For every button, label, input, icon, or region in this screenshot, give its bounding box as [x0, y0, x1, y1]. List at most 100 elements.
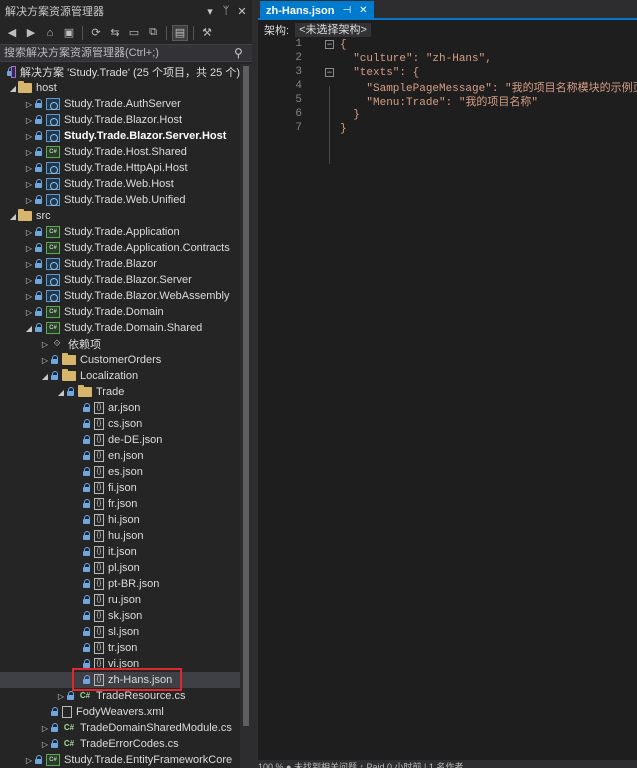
collapse-all-icon[interactable]: ▭ [126, 25, 142, 41]
collapse-arrow-icon[interactable]: ◢ [40, 370, 50, 382]
expand-arrow-icon[interactable]: ▷ [24, 226, 34, 238]
collapse-arrow-icon[interactable]: ◢ [56, 386, 66, 398]
home-icon[interactable]: ⌂ [42, 25, 58, 41]
tree-item[interactable]: {} cs.json [0, 416, 240, 432]
tree-item[interactable]: {} zh-Hans.json [0, 672, 240, 688]
json-file-icon: {} [94, 450, 104, 462]
fold-toggle-icon[interactable]: − [325, 68, 334, 77]
tree-item[interactable]: {} pl.json [0, 560, 240, 576]
expand-arrow-icon[interactable]: ▷ [24, 306, 34, 318]
tree-item[interactable]: ▷ C# Study.Trade.Application.Contracts [0, 240, 240, 256]
collapse-arrow-icon[interactable]: ◢ [8, 210, 18, 222]
preview-selected-icon[interactable]: ▤ [172, 24, 188, 41]
close-icon[interactable]: ✕ [236, 5, 248, 18]
expand-arrow-icon[interactable]: ▷ [24, 274, 34, 286]
tree-item[interactable]: ◢ host [0, 80, 240, 96]
tree-item[interactable]: ▷ Study.Trade.Blazor.Host [0, 112, 240, 128]
tree-item[interactable]: ◢ src [0, 208, 240, 224]
forward-icon[interactable]: ▶ [23, 25, 39, 41]
expand-arrow-icon[interactable]: ▷ [24, 114, 34, 126]
tab-pin-icon[interactable]: ⊣ [342, 5, 351, 16]
expand-arrow-icon[interactable]: ▷ [40, 338, 50, 350]
tree-item[interactable]: {} ar.json [0, 400, 240, 416]
expand-arrow-icon[interactable]: ▷ [24, 290, 34, 302]
tree-item[interactable]: {} ru.json [0, 592, 240, 608]
tree-item[interactable]: {} en.json [0, 448, 240, 464]
tree-item[interactable]: ▷ C# Study.Trade.Domain [0, 304, 240, 320]
expand-arrow-icon[interactable]: ▷ [24, 194, 34, 206]
expand-arrow-icon[interactable]: ▷ [24, 754, 34, 766]
tree-item[interactable]: ▷ C# TradeResource.cs [0, 688, 240, 704]
tree-item[interactable]: ▷ Study.Trade.Blazor.WebAssembly [0, 288, 240, 304]
tree-item[interactable]: ▷ CustomerOrders [0, 352, 240, 368]
expand-arrow-icon[interactable]: ▷ [24, 130, 34, 142]
tree-item[interactable]: ▷ Study.Trade.HttpApi.Host [0, 160, 240, 176]
tree-item[interactable]: ◢ Trade [0, 384, 240, 400]
expand-arrow-icon[interactable]: ▷ [56, 690, 66, 702]
code-area[interactable]: 1−{2 "culture": "zh-Hans", 3− "texts": {4… [258, 38, 637, 760]
tree-item[interactable]: {} it.json [0, 544, 240, 560]
tree-item-label: zh-Hans.json [108, 674, 173, 686]
json-file-icon: {} [94, 514, 104, 526]
expand-arrow-icon[interactable]: ▷ [24, 242, 34, 254]
tab-zh-hans-json[interactable]: zh-Hans.json ⊣ ✕ [260, 1, 374, 20]
properties-wrench-icon[interactable]: ⚒ [199, 25, 215, 41]
sync-icon[interactable]: ⇆ [107, 25, 123, 41]
tree-item[interactable]: {} hi.json [0, 512, 240, 528]
tree-item-label: Study.Trade.Blazor [64, 258, 157, 270]
tree-item[interactable]: {} vi.json [0, 656, 240, 672]
source-control-lock-icon [34, 99, 43, 109]
tree-item[interactable]: ▷ Study.Trade.Blazor.Server [0, 272, 240, 288]
tree-item[interactable]: ▷ ⟐ 依赖项 [0, 336, 240, 352]
source-control-lock-icon [82, 419, 91, 429]
expand-arrow-icon[interactable]: ▷ [24, 258, 34, 270]
expand-arrow-icon[interactable]: ▷ [24, 98, 34, 110]
tree-item[interactable]: {} fi.json [0, 480, 240, 496]
tree-item[interactable]: {} sk.json [0, 608, 240, 624]
expand-arrow-icon[interactable]: ▷ [40, 738, 50, 750]
collapse-arrow-icon[interactable]: ◢ [24, 322, 34, 334]
tree-item[interactable]: ▷ Study.Trade.AuthServer [0, 96, 240, 112]
tree-item[interactable]: ◢ Localization [0, 368, 240, 384]
collapse-arrow-icon[interactable]: ◢ [8, 82, 18, 94]
tree-item[interactable]: {} sl.json [0, 624, 240, 640]
tree-item[interactable]: FodyWeavers.xml [0, 704, 240, 720]
scrollbar-thumb[interactable] [243, 66, 249, 726]
expand-arrow-icon[interactable]: ▷ [24, 146, 34, 158]
tree-item[interactable]: {} fr.json [0, 496, 240, 512]
tree-item[interactable]: {} es.json [0, 464, 240, 480]
tree-item[interactable]: ▷ Study.Trade.Blazor.Server.Host [0, 128, 240, 144]
json-file-icon: {} [94, 562, 104, 574]
tree-item[interactable]: ▷ Study.Trade.Web.Host [0, 176, 240, 192]
schema-dropdown[interactable]: <未选择架构> [295, 23, 371, 37]
expand-arrow-icon[interactable]: ▷ [24, 178, 34, 190]
tree-item[interactable]: {} de-DE.json [0, 432, 240, 448]
pending-changes-icon[interactable]: ⟳ [88, 25, 104, 41]
show-all-files-icon[interactable]: ⧉ [145, 25, 161, 41]
tree-item[interactable]: ▷ C# TradeErrorCodes.cs [0, 736, 240, 752]
tree-item[interactable]: ◢ C# Study.Trade.Domain.Shared [0, 320, 240, 336]
tree-item[interactable]: {} tr.json [0, 640, 240, 656]
expand-arrow-icon[interactable]: ▷ [24, 162, 34, 174]
fold-toggle-icon[interactable]: − [325, 40, 334, 49]
tree-item[interactable]: ▷ C# Study.Trade.Host.Shared [0, 144, 240, 160]
tree-item[interactable]: 解决方案 'Study.Trade' (25 个项目，共 25 个) [0, 64, 240, 80]
tree-item[interactable]: ▷ C# Study.Trade.Application [0, 224, 240, 240]
solution-search-input[interactable] [4, 47, 234, 59]
tree-item[interactable]: ▷ C# Study.Trade.EntityFrameworkCore [0, 752, 240, 768]
tab-close-icon[interactable]: ✕ [359, 5, 367, 16]
expand-arrow-icon[interactable]: ▷ [40, 722, 50, 734]
switch-views-icon[interactable]: ▣ [61, 25, 77, 41]
search-icon[interactable]: ⚲ [234, 46, 252, 60]
tree-item[interactable]: {} hu.json [0, 528, 240, 544]
tree-item[interactable]: ▷ Study.Trade.Blazor [0, 256, 240, 272]
panel-menu-icon[interactable]: ▾ [204, 5, 216, 18]
tree-item[interactable]: ▷ Study.Trade.Web.Unified [0, 192, 240, 208]
pin-icon[interactable]: ᛘ [220, 5, 232, 17]
line-number: 7 [295, 122, 302, 134]
expand-arrow-icon[interactable]: ▷ [40, 354, 50, 366]
tree-item[interactable]: ▷ C# TradeDomainSharedModule.cs [0, 720, 240, 736]
tree-scrollbar[interactable] [240, 64, 252, 768]
back-icon[interactable]: ◀ [4, 25, 20, 41]
tree-item[interactable]: {} pt-BR.json [0, 576, 240, 592]
